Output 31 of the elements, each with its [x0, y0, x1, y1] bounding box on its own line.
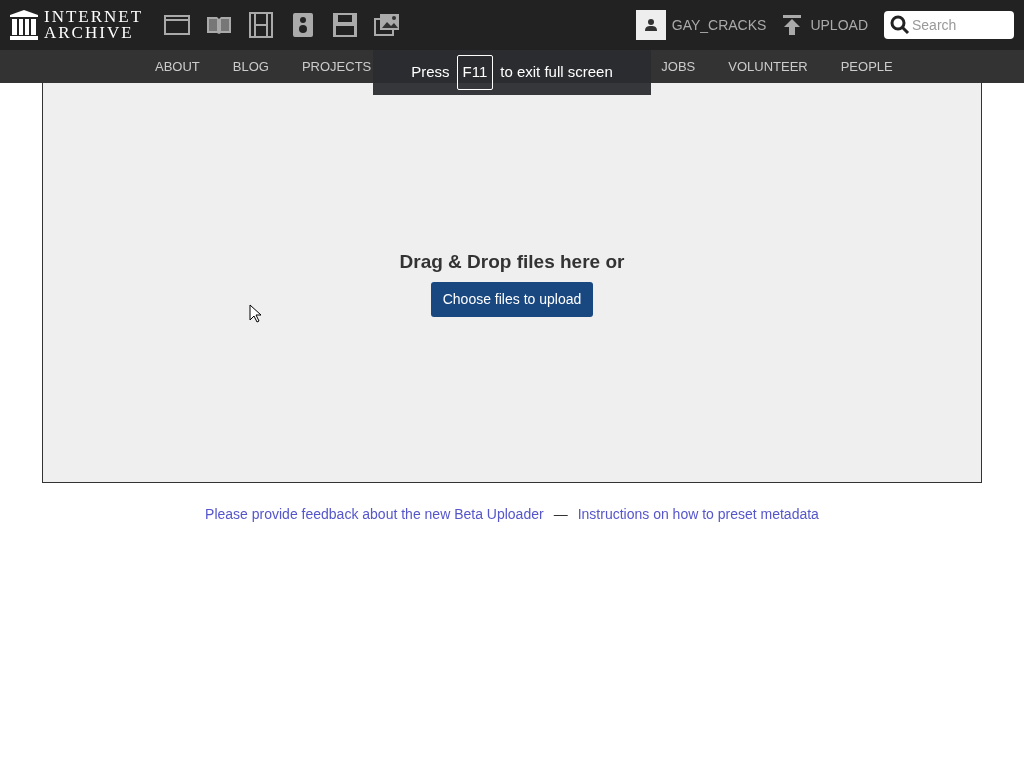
drop-zone-text: Drag & Drop files here or — [399, 249, 625, 274]
choose-files-button[interactable]: Choose files to upload — [430, 282, 594, 318]
search-icon — [890, 15, 910, 35]
nav-link[interactable]: PEOPLE — [840, 56, 893, 77]
mouse-cursor-icon — [249, 304, 261, 323]
logo-text: INTERNET — [44, 9, 144, 25]
logo[interactable]: INTERNET ARCHIVE — [10, 9, 150, 41]
key-label: F11 — [456, 55, 494, 90]
nav-link[interactable]: BLOG — [232, 56, 269, 77]
browser-window-icon[interactable] — [164, 15, 190, 35]
logo-text: ARCHIVE — [44, 25, 135, 41]
film-strip-icon[interactable] — [249, 12, 273, 38]
nav-link[interactable]: ABOUT — [155, 56, 200, 77]
username-link[interactable]: GAY_CRACKS — [671, 14, 767, 36]
instructions-link[interactable]: Instructions on how to preset metadata — [577, 504, 819, 525]
nav-link[interactable]: JOBS — [661, 56, 696, 77]
speaker-icon[interactable] — [293, 13, 313, 37]
upload-icon[interactable] — [782, 15, 803, 35]
temple-icon — [10, 10, 38, 40]
nav-link[interactable]: VOLUNTEER — [728, 56, 808, 77]
nav-link[interactable]: PROJECTS — [301, 56, 372, 77]
upload-link[interactable]: UPLOAD — [810, 14, 868, 36]
notice-text: to exit full screen — [500, 62, 613, 83]
drop-zone[interactable]: Drag & Drop files here or Choose files to upload — [42, 83, 982, 483]
book-icon[interactable] — [206, 15, 232, 35]
search-field[interactable]: Search — [884, 11, 1014, 39]
separator: — — [553, 505, 568, 524]
notice-text: Press — [411, 62, 450, 83]
photos-icon[interactable] — [374, 13, 400, 37]
feedback-link[interactable]: Please provide feedback about the new Beta Uploader — [205, 504, 544, 525]
avatar-icon[interactable] — [635, 10, 666, 40]
